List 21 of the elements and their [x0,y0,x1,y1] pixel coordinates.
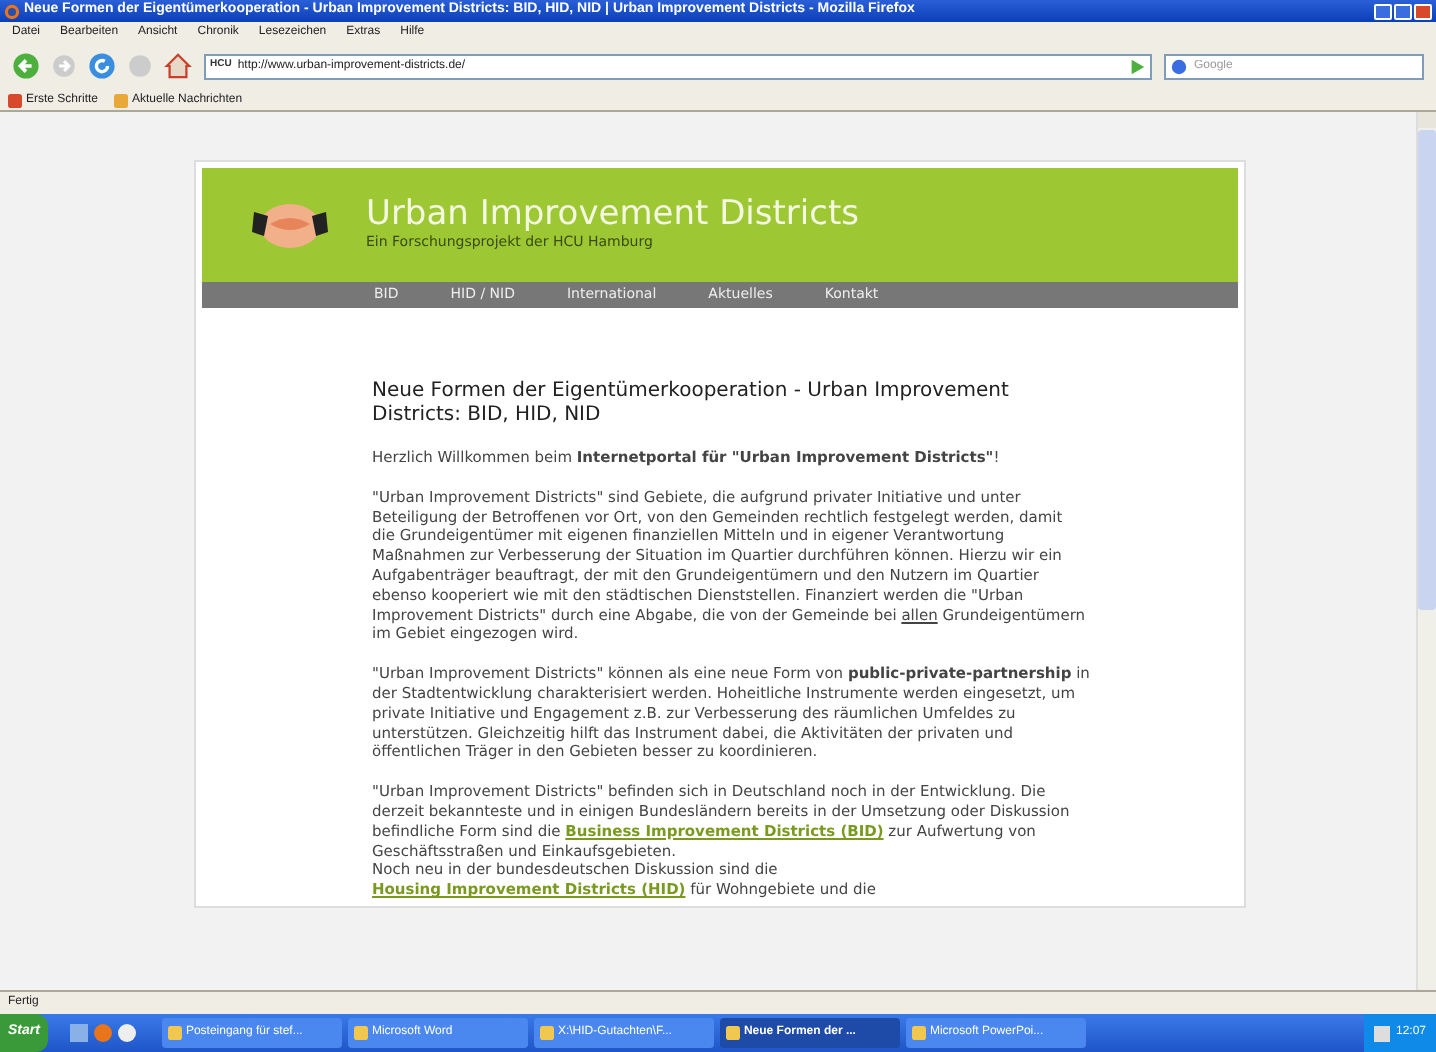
maximize-button[interactable] [1394,3,1412,19]
bookmark-icon [114,93,129,107]
back-arrow-icon[interactable] [12,52,40,80]
bookmark-icon [8,93,22,107]
app-icon [725,1026,740,1040]
tray-icon[interactable] [1373,1025,1390,1041]
app-icon [167,1026,182,1040]
browser-icon [4,3,20,19]
forward-arrow-icon[interactable] [52,54,76,78]
minimize-button[interactable] [1374,3,1392,19]
search-engine-icon[interactable] [1170,57,1188,75]
close-button[interactable] [1414,3,1432,19]
page-heading: Neue Formen der Eigentümerkooperation - Urban Improvement Districts: BID, HID, NID [372,380,1011,428]
home-icon[interactable] [164,52,192,80]
reload-icon[interactable] [88,52,116,80]
app-icon [539,1026,554,1040]
go-arrow-icon[interactable] [1128,57,1146,75]
app-icon [911,1026,926,1040]
site-title: Urban Improvement Districts [366,197,859,232]
app-icon [353,1026,368,1040]
scrollbar[interactable] [1416,112,1436,990]
